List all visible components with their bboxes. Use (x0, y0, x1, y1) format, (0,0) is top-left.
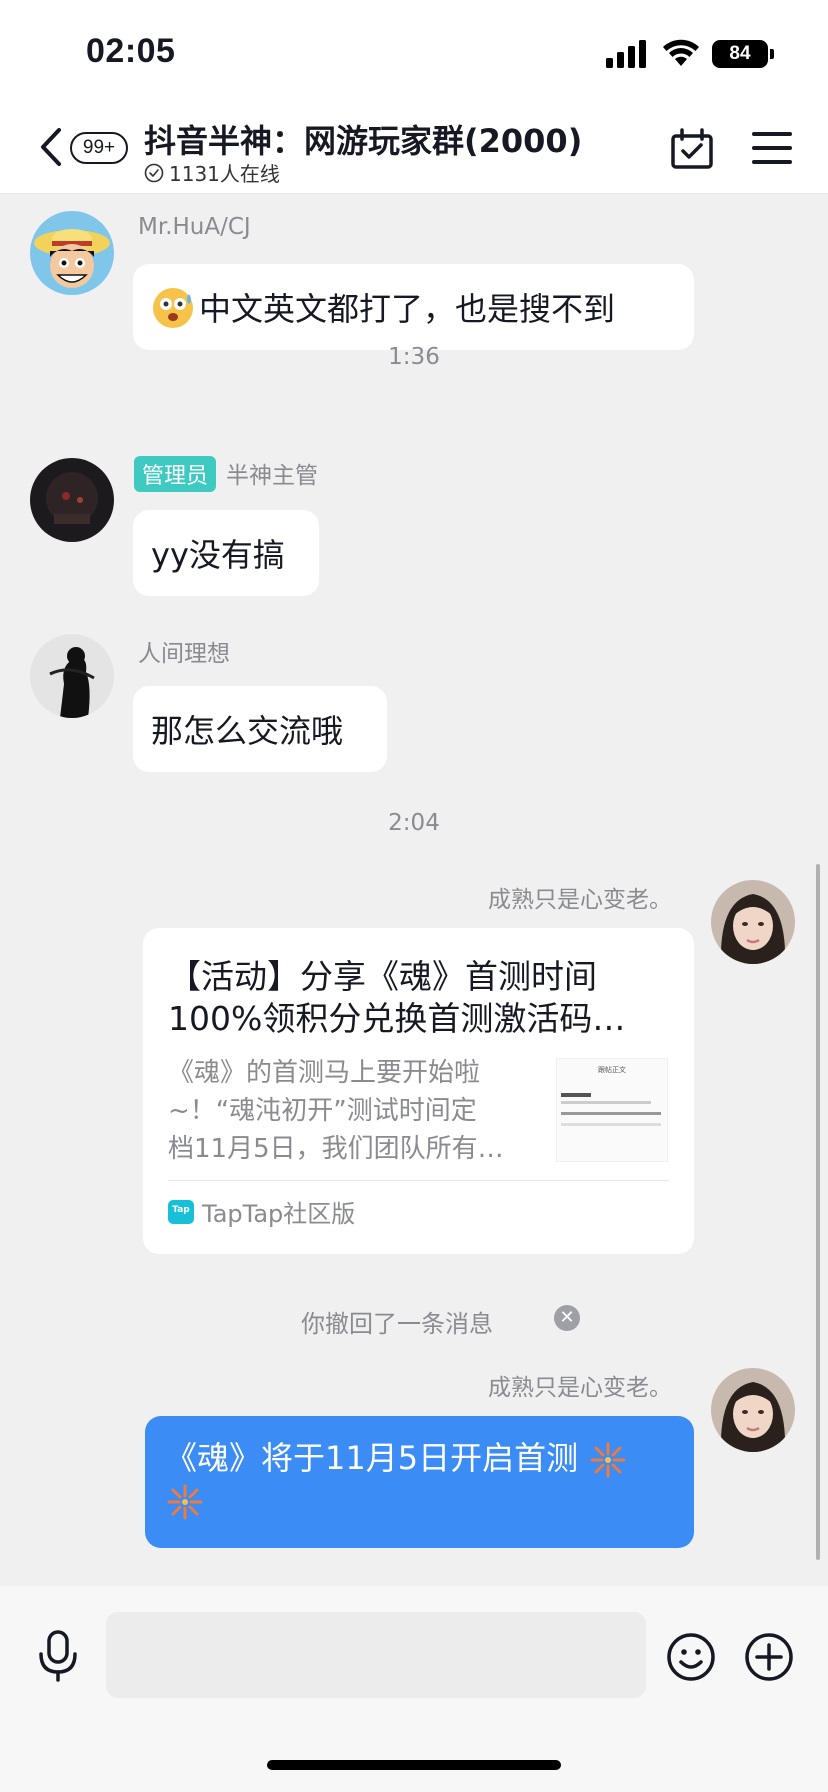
card-title-line: 【活动】分享《魂》首测时间 (168, 957, 597, 996)
battery-nub (770, 49, 774, 59)
message-bubble[interactable]: yy没有搞 (133, 510, 319, 596)
avatar-self[interactable] (711, 880, 795, 964)
thumbnail-line (561, 1112, 661, 1115)
recall-text: 你撤回了一条消息 (301, 1310, 493, 1338)
microphone-icon[interactable] (36, 1630, 80, 1682)
add-icon[interactable] (744, 1632, 794, 1682)
admin-tag: 管理员 (134, 456, 217, 492)
signal-icon (606, 40, 646, 68)
sender-name: 成熟只是心变老。 (488, 887, 672, 913)
unread-count-badge[interactable]: 99+ (70, 132, 128, 164)
sender-name: 半神主管 (226, 463, 319, 489)
card-description: 《魂》的首测马上要开始啦 ~！“魂沌初开”测试时间定 档11月5日，我们团队所有… (168, 1054, 540, 1168)
wifi-icon (663, 39, 699, 66)
cartoon-avatar-icon (30, 211, 114, 295)
portrait-avatar-icon (711, 1368, 795, 1452)
firework-emoji-icon (590, 1442, 626, 1478)
avatar[interactable] (30, 211, 114, 295)
status-time: 02:05 (86, 32, 176, 70)
avatar-self[interactable] (711, 1368, 795, 1452)
timestamp: 1:36 (388, 344, 440, 370)
avatar[interactable] (30, 634, 114, 718)
thumbnail-line (561, 1101, 651, 1104)
card-desc-line: 档11月5日，我们团队所有… (168, 1134, 504, 1164)
chat-header: 99+ 抖音半神：网游玩家群(2000) 1131人在线 (0, 108, 828, 194)
menu-icon[interactable] (752, 130, 792, 166)
group-title[interactable]: 抖音半神：网游玩家群(2000) (144, 116, 582, 162)
thumbnail-title: 跟帖正文 (598, 1066, 626, 1074)
card-source: Tap TapTap社区版 (168, 1194, 355, 1229)
battery-indicator: 84 (712, 40, 768, 68)
card-thumbnail: 跟帖正文 (556, 1058, 668, 1162)
input-bar (0, 1586, 828, 1792)
sender-name: 人间理想 (138, 641, 230, 667)
message-text: 那怎么交流哦 (151, 712, 344, 750)
portrait-avatar-icon (711, 880, 795, 964)
message-bubble[interactable]: 中文英文都打了，也是搜不到 (133, 264, 694, 350)
message-input[interactable] (106, 1612, 646, 1698)
close-icon[interactable]: ✕ (554, 1305, 580, 1331)
card-source-text: TapTap社区版 (202, 1200, 356, 1228)
shared-link-card[interactable]: 【活动】分享《魂》首测时间 100%领积分兑换首测激活码… 《魂》的首测马上要开… (143, 928, 694, 1254)
card-divider (168, 1180, 669, 1181)
card-desc-line: 《魂》的首测马上要开始啦 (168, 1058, 481, 1088)
emoji-icon[interactable] (666, 1632, 716, 1682)
card-desc-line: ~！“魂沌初开”测试时间定 (168, 1096, 477, 1126)
thumbnail-line (561, 1093, 591, 1097)
message-bubble[interactable]: 那怎么交流哦 (133, 686, 387, 772)
timestamp: 2:04 (388, 810, 440, 836)
online-check-icon (144, 163, 164, 182)
recall-notice: 你撤回了一条消息 (0, 1304, 828, 1339)
taptap-logo-icon: Tap (168, 1199, 194, 1224)
online-count-text: 1131人在线 (169, 162, 280, 186)
chat-messages[interactable]: Mr.HuA/CJ 中文英文都打了，也是搜不到 1:36 管理员 半神主管 yy没… (0, 194, 828, 1586)
card-title-line: 100%领积分兑换首测激活码… (168, 999, 626, 1038)
message-text: yy没有搞 (151, 536, 285, 574)
silhouette-avatar-icon (30, 634, 114, 718)
scrollbar[interactable] (816, 864, 820, 1560)
card-title: 【活动】分享《魂》首测时间 100%领积分兑换首测激活码… (168, 956, 678, 1040)
message-text: 中文英文都打了，也是搜不到 (199, 290, 616, 328)
message-bubble-self[interactable]: 《魂》将于11月5日开启首测 (145, 1416, 694, 1548)
status-bar: 02:05 84 (0, 0, 828, 108)
thumbnail-line (561, 1123, 661, 1126)
sender-name: Mr.HuA/CJ (138, 214, 251, 240)
sender-name: 成熟只是心变老。 (488, 1375, 672, 1401)
online-count: 1131人在线 (144, 158, 280, 187)
back-arrow-icon[interactable] (38, 126, 64, 168)
calendar-check-icon[interactable] (670, 128, 714, 170)
message-text: 《魂》将于11月5日开启首测 (165, 1439, 579, 1477)
shocked-emoji-icon (153, 288, 193, 328)
home-indicator[interactable] (267, 1760, 561, 1770)
dark-avatar-icon (30, 458, 114, 542)
avatar[interactable] (30, 458, 114, 542)
sender-line: 管理员 半神主管 (134, 456, 318, 492)
firework-emoji-icon (167, 1484, 203, 1520)
